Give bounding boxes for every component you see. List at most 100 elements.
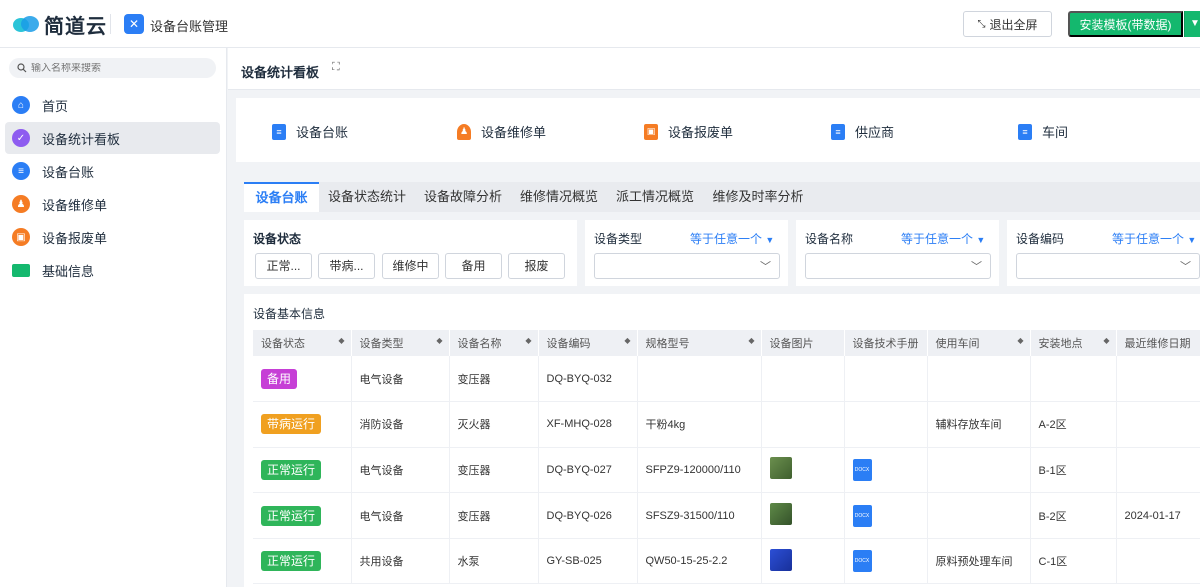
sidebar-item-dashboard[interactable]: ✓ 设备统计看板 [5, 122, 220, 154]
quicklink-repair-order[interactable]: ♟ 设备维修单 [457, 122, 546, 141]
page-title: 设备统计看板 [241, 65, 320, 80]
docx-file-icon[interactable]: DOCX [852, 550, 872, 573]
repair-date-cell [1116, 538, 1200, 585]
column-header[interactable]: 设备名称 ◆ [449, 330, 539, 356]
workshop-cell: 辅料存放车间 [927, 401, 1031, 448]
status-normal-button[interactable]: 正常... [255, 253, 312, 279]
docx-file-icon[interactable]: DOCX [852, 504, 872, 527]
workshop-cell [927, 356, 1031, 403]
operator-label: 等于任意一个 [690, 232, 763, 246]
chevron-down-icon: ﹀ [971, 261, 982, 273]
type-select[interactable]: ﹀ [594, 253, 780, 279]
quicklink-supplier[interactable]: ≡ 供应商 [831, 122, 894, 141]
expand-icon[interactable]: ⛶ [332, 61, 340, 74]
column-header[interactable]: 使用车间 ◆ [927, 330, 1031, 356]
sidebar-item-repair-order[interactable]: ♟ 设备维修单 [5, 188, 220, 220]
status-cell: 正常运行 [253, 492, 352, 539]
tab-ledger[interactable]: 设备台账 [244, 182, 319, 212]
sort-icon[interactable]: ◆ [1103, 336, 1109, 345]
name-cell: 变压器 [449, 447, 539, 494]
table-row[interactable]: 正常运行 共用设备 水泵 GY-SB-025 QW50-15-25-2.2 DO… [253, 538, 1200, 585]
sidebar-item-home[interactable]: ⌂ 首页 [5, 89, 220, 121]
table-row[interactable]: 正常运行 电气设备 变压器 DQ-BYQ-026 SFSZ9-31500/110… [253, 492, 1200, 539]
logo[interactable]: 简道云 [12, 10, 107, 38]
table-header-row: 设备状态 ◆ 设备类型 ◆ 设备名称 ◆ 设备编码 ◆ 规格型号 ◆ 设备图片 设备技术手… [253, 330, 1200, 356]
worker-icon: ♟ [457, 123, 471, 140]
pump-image[interactable] [769, 548, 792, 571]
code-cell: GY-SB-025 [538, 538, 638, 585]
sort-icon[interactable]: ◆ [525, 336, 531, 345]
tab-dispatch-overview[interactable]: 派工情况概览 [612, 182, 698, 212]
location-cell: C-1区 [1030, 538, 1117, 585]
transformer-image[interactable] [769, 503, 792, 526]
status-repairing-button[interactable]: 维修中 [382, 253, 439, 279]
column-header[interactable]: 设备编码 ◆ [538, 330, 638, 356]
caret-down-icon: ▼ [765, 235, 775, 245]
name-filter-operator[interactable]: 等于任意一个 ▼ [901, 230, 985, 247]
chevron-down-icon[interactable]: ▼ [1184, 11, 1200, 37]
column-header[interactable]: 规格型号 ◆ [637, 330, 762, 356]
sidebar-item-ledger[interactable]: ≡ 设备台账 [5, 155, 220, 187]
sort-icon[interactable]: ◆ [436, 336, 442, 345]
sidebar-item-basic-info[interactable]: 基础信息 [5, 254, 220, 286]
sort-icon[interactable]: ◆ [1017, 336, 1023, 345]
workshop-cell: 原料预处理车间 [927, 538, 1031, 585]
status-badge: 带病运行 [261, 414, 322, 435]
tab-fault-analysis[interactable]: 设备故障分析 [420, 182, 506, 212]
quicklink-label: 设备报废单 [668, 125, 734, 140]
status-filter-label: 设备状态 [253, 232, 302, 246]
folder-icon [12, 263, 30, 277]
repair-date-cell: 2024-01-17 [1116, 492, 1200, 539]
tab-repair-timeliness[interactable]: 维修及时率分析 [708, 182, 808, 212]
status-faulty-button[interactable]: 带病... [318, 253, 375, 279]
docx-file-icon[interactable]: DOCX [852, 458, 872, 481]
status-cell: 带病运行 [253, 401, 352, 448]
status-scrapped-button[interactable]: 报废 [508, 253, 565, 279]
operator-label: 等于任意一个 [901, 232, 974, 246]
code-select[interactable]: ﹀ [1016, 253, 1200, 279]
quicklink-label: 设备维修单 [481, 125, 547, 140]
image-cell [761, 538, 845, 585]
caret-down-icon: ▼ [976, 235, 986, 245]
column-header-label: 设备编码 [546, 338, 591, 350]
spec-cell: SFPZ9-120000/110 [637, 447, 762, 494]
exit-fullscreen-button[interactable]: ⤡ 退出全屏 [963, 11, 1052, 37]
table-row[interactable]: 带病运行 消防设备 灭火器 XF-MHQ-028 干粉4kg 辅料存放车间 A-… [253, 401, 1200, 448]
column-header[interactable]: 设备类型 ◆ [351, 330, 450, 356]
column-header-label: 安装地点 [1038, 338, 1083, 350]
type-filter-operator[interactable]: 等于任意一个 ▼ [690, 230, 774, 247]
column-header-label: 最近维修日期 [1124, 338, 1191, 350]
column-header[interactable]: 安装地点 ◆ [1030, 330, 1117, 356]
sort-icon[interactable]: ◆ [624, 336, 630, 345]
quicklink-workshop[interactable]: ≡ 车间 [1018, 122, 1068, 141]
search-box[interactable] [9, 58, 216, 78]
equipment-table: 设备状态 ◆ 设备类型 ◆ 设备名称 ◆ 设备编码 ◆ 规格型号 ◆ 设备图片 设备技术手… [253, 330, 1200, 585]
type-cell: 电气设备 [351, 356, 450, 403]
location-cell: A-2区 [1030, 401, 1117, 448]
tab-repair-overview[interactable]: 维修情况概览 [516, 182, 602, 212]
install-template-button[interactable]: 安装模板(带数据) [1068, 11, 1183, 37]
status-filter: 设备状态 正常... 带病... 维修中 备用 报废 [244, 220, 577, 286]
status-badge: 正常运行 [261, 459, 322, 480]
spec-cell: SFSZ9-31500/110 [637, 492, 762, 539]
sort-icon[interactable]: ◆ [748, 336, 754, 345]
quicklink-label: 车间 [1042, 125, 1069, 140]
table-row[interactable]: 备用 电气设备 变压器 DQ-BYQ-032 [253, 356, 1200, 403]
table-row[interactable]: 正常运行 电气设备 变压器 DQ-BYQ-027 SFPZ9-120000/11… [253, 447, 1200, 494]
document-icon: ≡ [272, 123, 286, 140]
sort-icon[interactable]: ◆ [338, 336, 344, 345]
sidebar-item-scrap-order[interactable]: ▣ 设备报废单 [5, 221, 220, 253]
search-input[interactable] [31, 62, 201, 74]
status-badge: 正常运行 [261, 551, 322, 572]
column-header[interactable]: 设备状态 ◆ [253, 330, 352, 356]
quicklink-scrap-order[interactable]: ▣ 设备报废单 [644, 122, 733, 141]
code-filter-operator[interactable]: 等于任意一个 ▼ [1112, 230, 1196, 247]
type-cell: 共用设备 [351, 538, 450, 585]
tab-status-stats[interactable]: 设备状态统计 [324, 182, 410, 212]
list-icon: ≡ [12, 162, 30, 180]
status-standby-button[interactable]: 备用 [445, 253, 502, 279]
name-select[interactable]: ﹀ [805, 253, 991, 279]
transformer-image[interactable] [769, 457, 792, 480]
repair-date-cell [1116, 401, 1200, 448]
quicklink-ledger[interactable]: ≡ 设备台账 [272, 122, 348, 141]
